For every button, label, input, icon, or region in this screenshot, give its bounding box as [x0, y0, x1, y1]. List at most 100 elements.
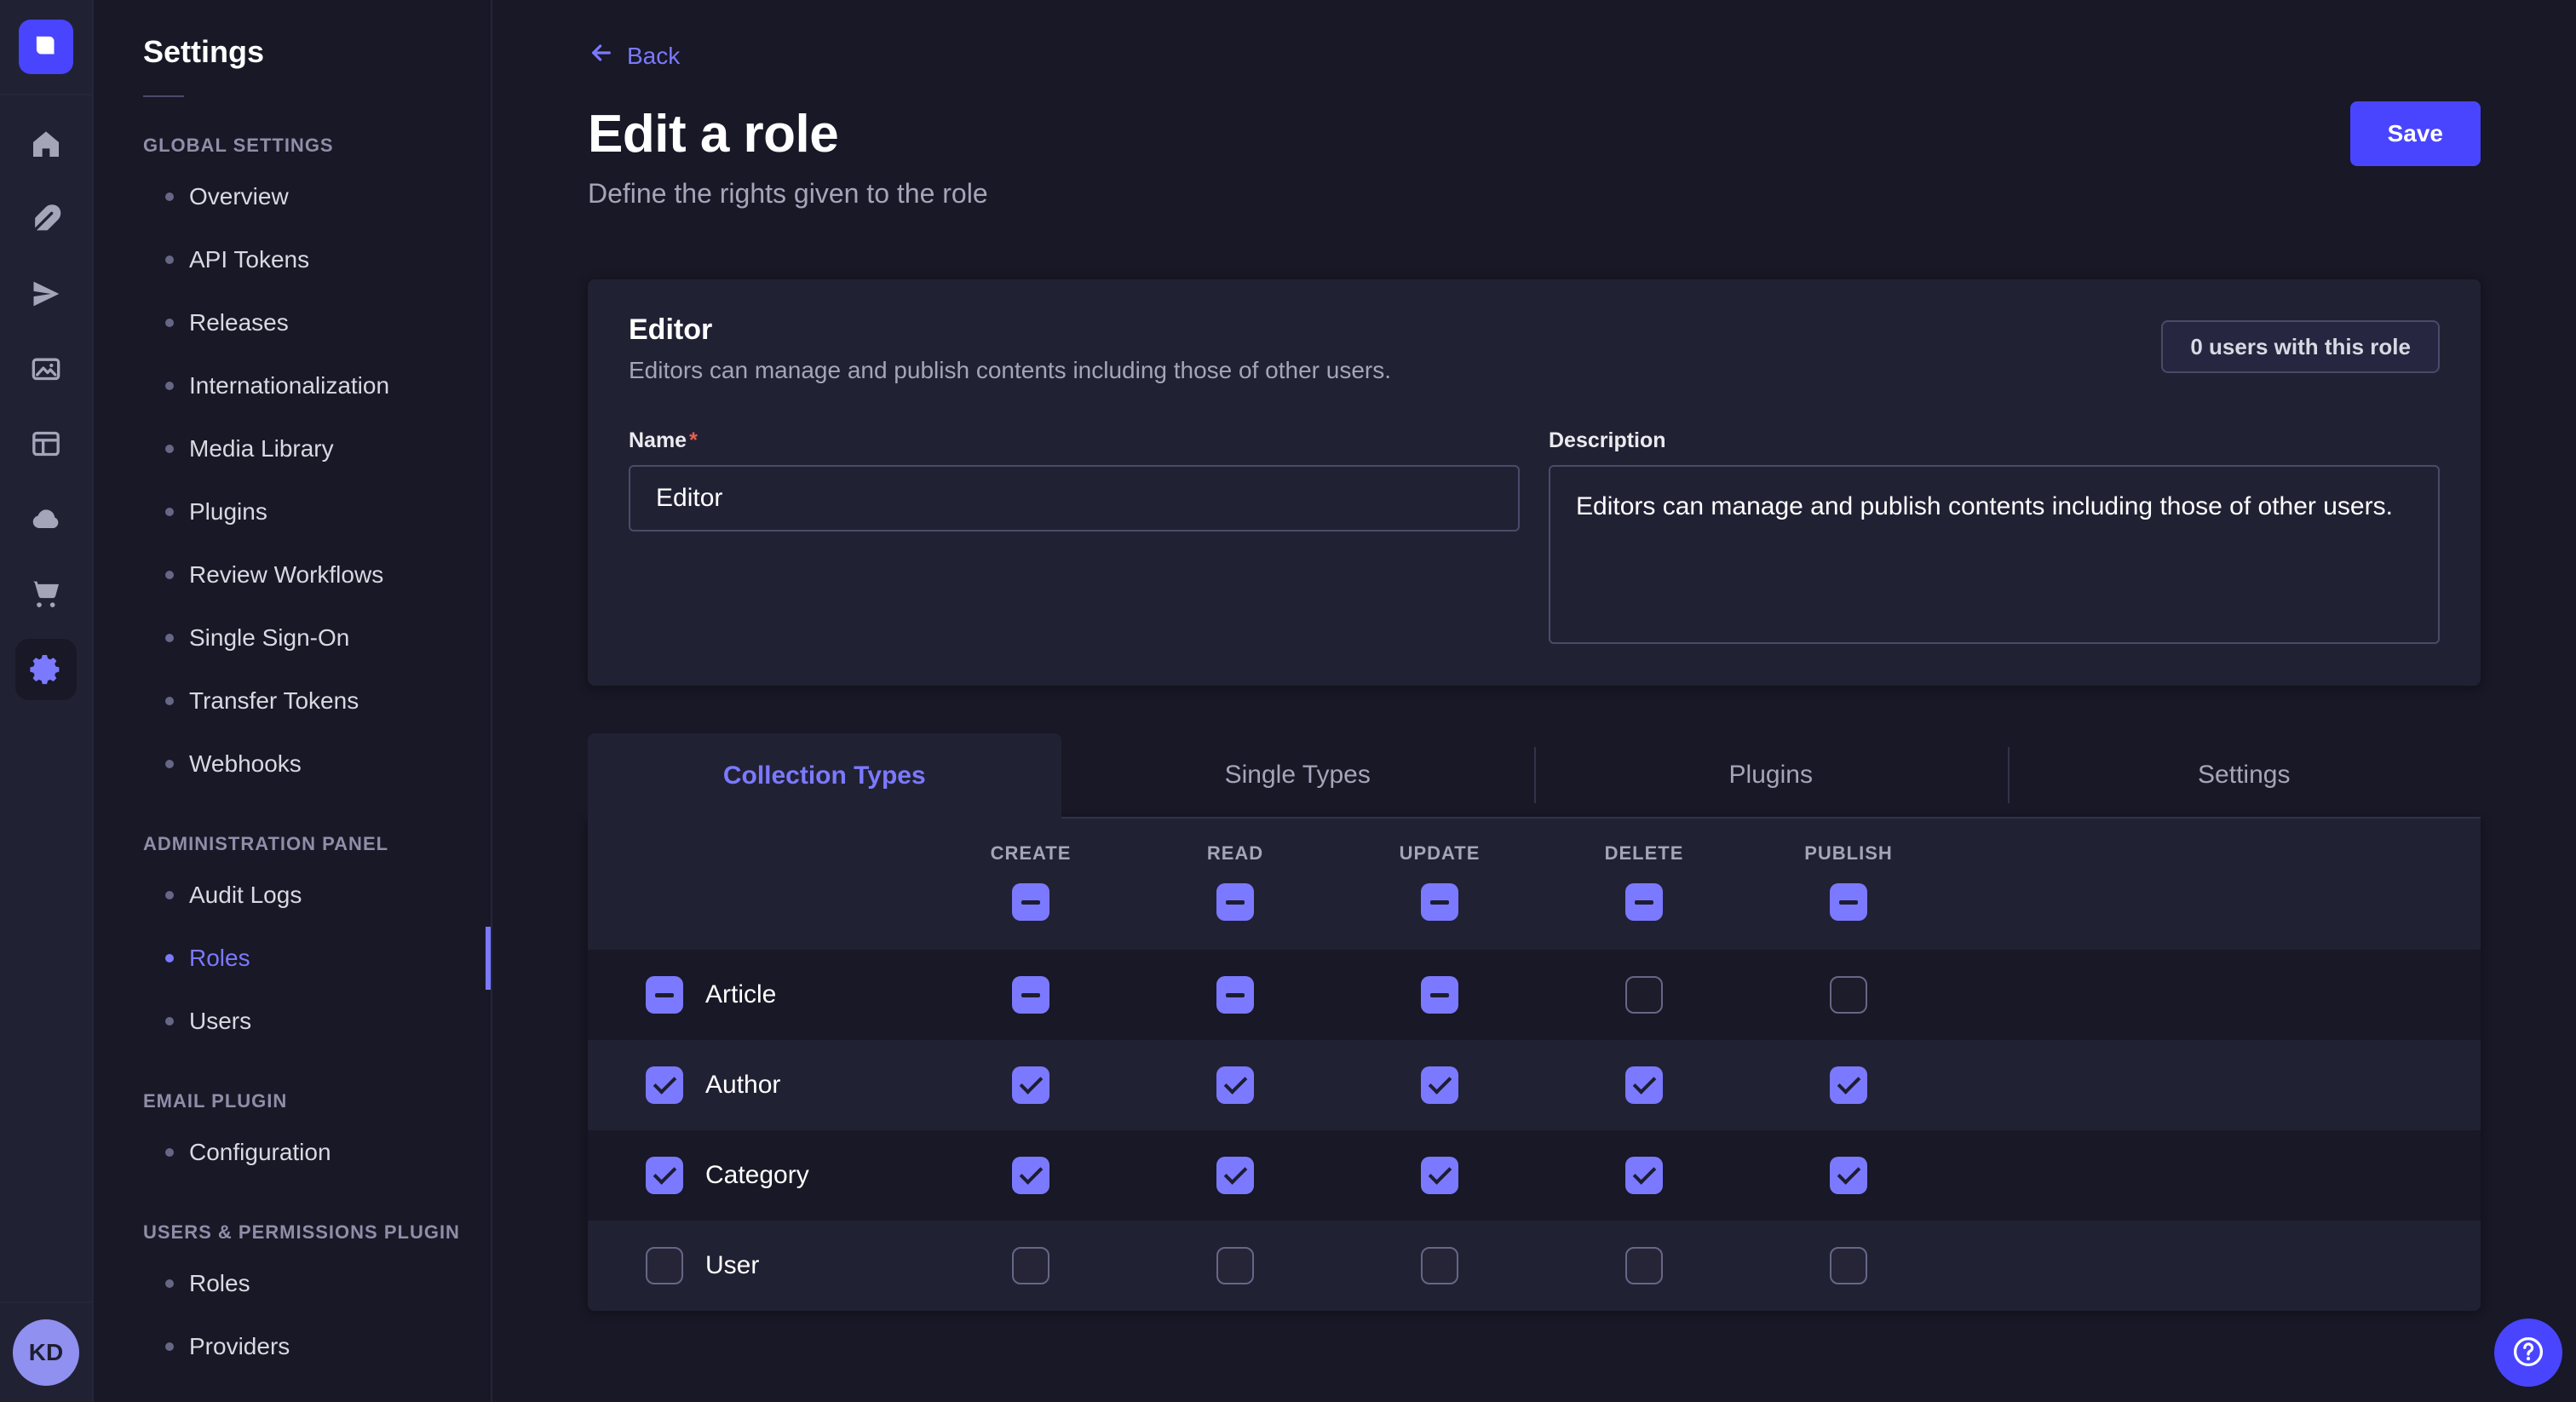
cell-author-update [1337, 1066, 1542, 1104]
rail-layout-button[interactable] [0, 407, 93, 482]
sidebar-item-overview[interactable]: Overview [94, 165, 491, 228]
category-read-checkbox[interactable] [1216, 1157, 1254, 1194]
sidebar-item-users[interactable]: Users [94, 990, 491, 1053]
section-label: USERS & PERMISSIONS PLUGIN [94, 1221, 491, 1244]
cell-article-delete [1542, 976, 1746, 1014]
select-row-category-checkbox[interactable] [646, 1157, 683, 1194]
category-create-checkbox[interactable] [1012, 1157, 1049, 1194]
cell-article-publish [1746, 976, 1951, 1014]
description-textarea[interactable]: Editors can manage and publish contents … [1549, 465, 2440, 644]
users-with-role-button[interactable]: 0 users with this role [2161, 320, 2440, 373]
cell-author-read [1133, 1066, 1337, 1104]
select-all-read-checkbox[interactable] [1216, 883, 1254, 921]
back-label: Back [627, 43, 680, 70]
cell-category-delete [1542, 1157, 1746, 1194]
sidebar-item-media-library[interactable]: Media Library [94, 417, 491, 480]
avatar[interactable]: KD [13, 1319, 79, 1386]
rail-feather-button[interactable] [0, 182, 93, 257]
main-nav-rail: KD [0, 0, 94, 1402]
sidebar-item-single-sign-on[interactable]: Single Sign-On [94, 606, 491, 669]
article-delete-checkbox[interactable] [1625, 976, 1663, 1014]
select-all-publish-checkbox[interactable] [1830, 883, 1867, 921]
sidebar-item-roles[interactable]: Roles [94, 927, 491, 990]
sidebar-item-label: Internationalization [189, 372, 389, 399]
cloud-icon [29, 502, 63, 538]
item-bullet-icon [165, 256, 174, 264]
sidebar-item-label: Review Workflows [189, 561, 383, 589]
sidebar-item-api-tokens[interactable]: API Tokens [94, 228, 491, 291]
item-bullet-icon [165, 1017, 174, 1026]
user-create-checkbox[interactable] [1012, 1247, 1049, 1284]
permissions-section: Collection Types Single TypesPluginsSetti… [588, 733, 2481, 1311]
help-button[interactable] [2494, 1319, 2562, 1387]
save-button[interactable]: Save [2350, 101, 2481, 166]
settings-subnav: Settings GLOBAL SETTINGSOverviewAPI Toke… [94, 0, 492, 1402]
user-read-checkbox[interactable] [1216, 1247, 1254, 1284]
cell-user-create [929, 1247, 1133, 1284]
sidebar-item-releases[interactable]: Releases [94, 291, 491, 354]
sidebar-item-label: Transfer Tokens [189, 687, 359, 715]
tab-collection-types[interactable]: Collection Types [588, 733, 1061, 819]
article-create-checkbox[interactable] [1012, 976, 1049, 1014]
role-detail-card: Editor Editors can manage and publish co… [588, 279, 2481, 686]
sidebar-item-label: Webhooks [189, 750, 302, 778]
sidebar-item-label: Releases [189, 309, 289, 336]
name-input[interactable] [629, 465, 1520, 531]
author-delete-checkbox[interactable] [1625, 1066, 1663, 1104]
strapi-logo-button[interactable] [19, 20, 73, 74]
user-delete-checkbox[interactable] [1625, 1247, 1663, 1284]
rail-media-library-button[interactable] [0, 332, 93, 407]
author-publish-checkbox[interactable] [1830, 1066, 1867, 1104]
sidebar-item-label: Providers [189, 1333, 290, 1360]
category-delete-checkbox[interactable] [1625, 1157, 1663, 1194]
sidebar-item-plugins[interactable]: Plugins [94, 480, 491, 543]
sidebar-item-audit-logs[interactable]: Audit Logs [94, 864, 491, 927]
rail-paper-plane-button[interactable] [0, 257, 93, 332]
cell-category-update [1337, 1157, 1542, 1194]
sidebar-item-review-workflows[interactable]: Review Workflows [94, 543, 491, 606]
rail-cart-button[interactable] [0, 557, 93, 632]
rail-settings-gear-button[interactable] [0, 632, 93, 707]
author-create-checkbox[interactable] [1012, 1066, 1049, 1104]
rail-cloud-button[interactable] [0, 482, 93, 557]
select-row-article-checkbox[interactable] [646, 976, 683, 1014]
select-all-update-checkbox[interactable] [1421, 883, 1458, 921]
sidebar-item-configuration[interactable]: Configuration [94, 1121, 491, 1184]
user-update-checkbox[interactable] [1421, 1247, 1458, 1284]
article-read-checkbox[interactable] [1216, 976, 1254, 1014]
column-header-label: CREATE [991, 842, 1072, 865]
author-update-checkbox[interactable] [1421, 1066, 1458, 1104]
sidebar-item-transfer-tokens[interactable]: Transfer Tokens [94, 669, 491, 733]
sidebar-item-label: Media Library [189, 435, 334, 463]
tab-label: Collection Types [723, 761, 926, 790]
tab-single-types[interactable]: Single Types [1061, 733, 1535, 819]
subnav-section-administration-panel: ADMINISTRATION PANELAudit LogsRolesUsers [94, 833, 491, 1053]
main-content: Back Edit a role Save Define the rights … [492, 0, 2576, 1402]
sidebar-item-roles[interactable]: Roles [94, 1252, 491, 1315]
sidebar-item-providers[interactable]: Providers [94, 1315, 491, 1378]
tab-plugins[interactable]: Plugins [1534, 733, 2008, 819]
cell-category-publish [1746, 1157, 1951, 1194]
cell-article-create [929, 976, 1133, 1014]
author-read-checkbox[interactable] [1216, 1066, 1254, 1104]
title-row: Edit a role Save [588, 101, 2481, 166]
article-update-checkbox[interactable] [1421, 976, 1458, 1014]
category-publish-checkbox[interactable] [1830, 1157, 1867, 1194]
select-all-delete-checkbox[interactable] [1625, 883, 1663, 921]
back-link[interactable]: Back [588, 39, 680, 72]
sidebar-item-internationalization[interactable]: Internationalization [94, 354, 491, 417]
rail-home-button[interactable] [0, 107, 93, 182]
column-header-label: UPDATE [1400, 842, 1481, 865]
subnav-section-users-permissions-plugin: USERS & PERMISSIONS PLUGIN Roles Providers [94, 1221, 491, 1378]
select-row-user-checkbox[interactable] [646, 1247, 683, 1284]
sidebar-item-webhooks[interactable]: Webhooks [94, 733, 491, 796]
select-row-author-checkbox[interactable] [646, 1066, 683, 1104]
feather-icon [29, 202, 63, 238]
row-label: Category [705, 1161, 809, 1190]
cell-category-create [929, 1157, 1133, 1194]
user-publish-checkbox[interactable] [1830, 1247, 1867, 1284]
select-all-create-checkbox[interactable] [1012, 883, 1049, 921]
article-publish-checkbox[interactable] [1830, 976, 1867, 1014]
category-update-checkbox[interactable] [1421, 1157, 1458, 1194]
tab-settings[interactable]: Settings [2008, 733, 2481, 819]
